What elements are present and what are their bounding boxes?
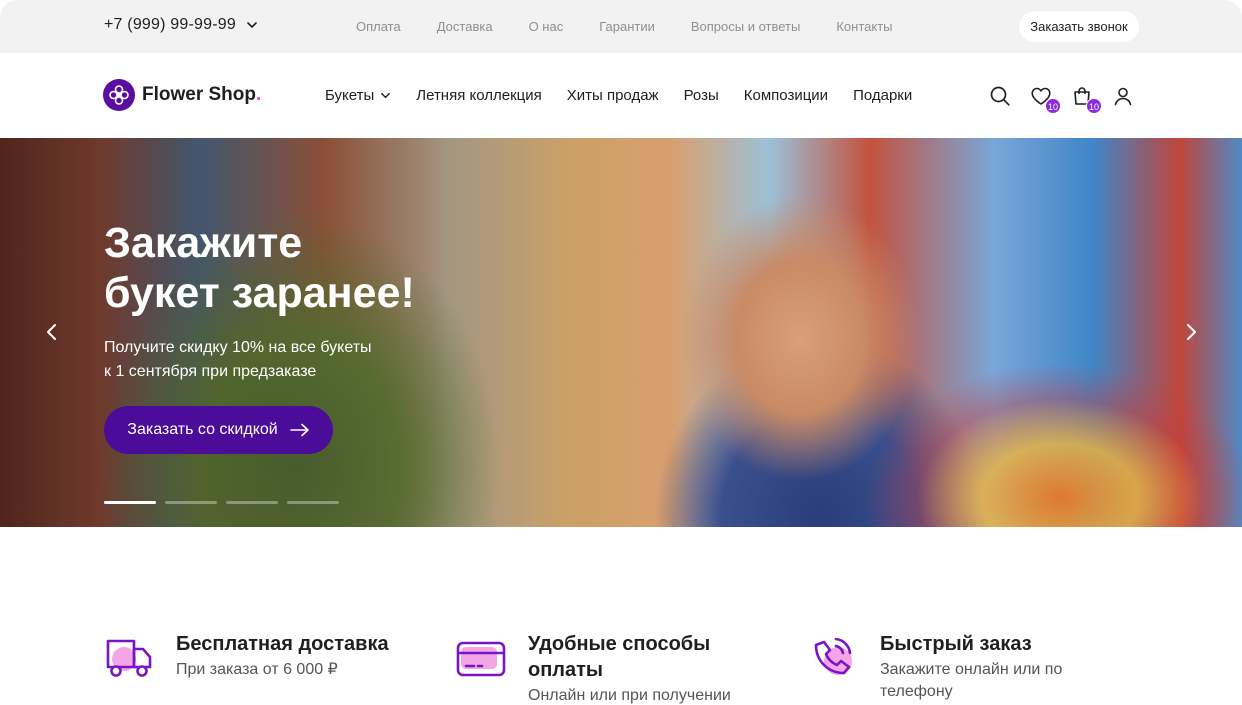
slider-next-arrow[interactable] (1183, 323, 1199, 341)
nav-roses[interactable]: Розы (684, 87, 719, 104)
nav-bestsellers[interactable]: Хиты продаж (567, 87, 659, 104)
header-actions: 10 10 (988, 84, 1135, 114)
hero-content: Закажите букет заранее! Получите скидку … (104, 218, 415, 454)
feature-quick-order: Быстрый заказ Закажите онлайн или по тел… (808, 631, 1062, 703)
top-link-delivery[interactable]: Доставка (437, 19, 493, 34)
top-bar: +7 (999) 99-99-99 Оплата Доставка О нас … (0, 0, 1242, 53)
slider-dot[interactable] (287, 501, 339, 504)
top-link-contacts[interactable]: Контакты (836, 19, 892, 34)
chevron-down-icon (247, 22, 257, 29)
hero-subtitle: Получите скидку 10% на все букеты к 1 се… (104, 339, 372, 380)
phone-icon (808, 631, 858, 681)
chevron-down-icon (381, 92, 391, 99)
hero-banner: Закажите букет заранее! Получите скидку … (0, 138, 1242, 527)
feature-title: Быстрый заказ (880, 633, 1032, 655)
top-links: Оплата Доставка О нас Гарантии Вопросы и… (356, 19, 893, 34)
top-link-about[interactable]: О нас (529, 19, 564, 34)
feature-title: Бесплатная доставка (176, 633, 389, 655)
slider-dot[interactable] (226, 501, 278, 504)
slider-dot[interactable] (165, 501, 217, 504)
logo[interactable]: Flower Shop. (103, 79, 261, 111)
main-nav: Букеты Летняя коллекция Хиты продаж Розы… (325, 87, 912, 104)
feature-payment-methods: Удобные способы оплаты Онлайн или при по… (456, 631, 731, 705)
nav-gifts[interactable]: Подарки (853, 87, 912, 104)
feature-title: Удобные способы оплаты (528, 633, 711, 681)
slider-pagination (104, 501, 339, 504)
feature-subtitle: Онлайн или при получении (528, 687, 731, 704)
nav-compositions[interactable]: Композиции (744, 87, 828, 104)
search-button[interactable] (988, 84, 1012, 108)
feature-free-delivery: Бесплатная доставка При заказа от 6 000 … (104, 631, 389, 681)
feature-subtitle: При заказа от 6 000 ₽ (176, 661, 338, 678)
slider-dot[interactable] (104, 501, 156, 504)
favorites-button[interactable]: 10 (1029, 84, 1061, 114)
truck-icon (104, 631, 154, 681)
feature-subtitle: Закажите онлайн или по телефону (880, 661, 1063, 700)
hero-title: Закажите букет заранее! (104, 219, 415, 317)
order-discount-button[interactable]: Заказать со скидкой (104, 406, 333, 454)
order-discount-label: Заказать со скидкой (127, 421, 278, 438)
nav-summer-collection[interactable]: Летняя коллекция (416, 87, 542, 104)
flower-logo-icon (103, 79, 135, 111)
favorites-count-badge: 10 (1045, 98, 1061, 114)
logo-name: Flower Shop. (142, 84, 262, 105)
main-header: Flower Shop. Букеты Летняя коллекция Хит… (0, 53, 1242, 138)
cart-button[interactable]: 10 (1070, 84, 1102, 114)
request-call-button[interactable]: Заказать звонок (1019, 11, 1139, 42)
cart-count-badge: 10 (1086, 98, 1102, 114)
phone-number: +7 (999) 99-99-99 (104, 16, 236, 33)
phone-dropdown[interactable]: +7 (999) 99-99-99 (104, 16, 258, 34)
top-link-payment[interactable]: Оплата (356, 19, 401, 34)
search-icon (990, 86, 1010, 106)
card-icon (456, 631, 506, 681)
features-section: Бесплатная доставка При заказа от 6 000 … (0, 527, 1242, 705)
slider-prev-arrow[interactable] (44, 323, 60, 341)
nav-bouquets-label: Букеты (325, 87, 375, 104)
account-button[interactable] (1111, 84, 1135, 108)
arrow-right-icon (289, 423, 309, 437)
user-icon (1114, 87, 1132, 106)
top-link-guarantees[interactable]: Гарантии (599, 19, 655, 34)
nav-bouquets[interactable]: Букеты (325, 87, 391, 104)
top-link-faq[interactable]: Вопросы и ответы (691, 19, 800, 34)
